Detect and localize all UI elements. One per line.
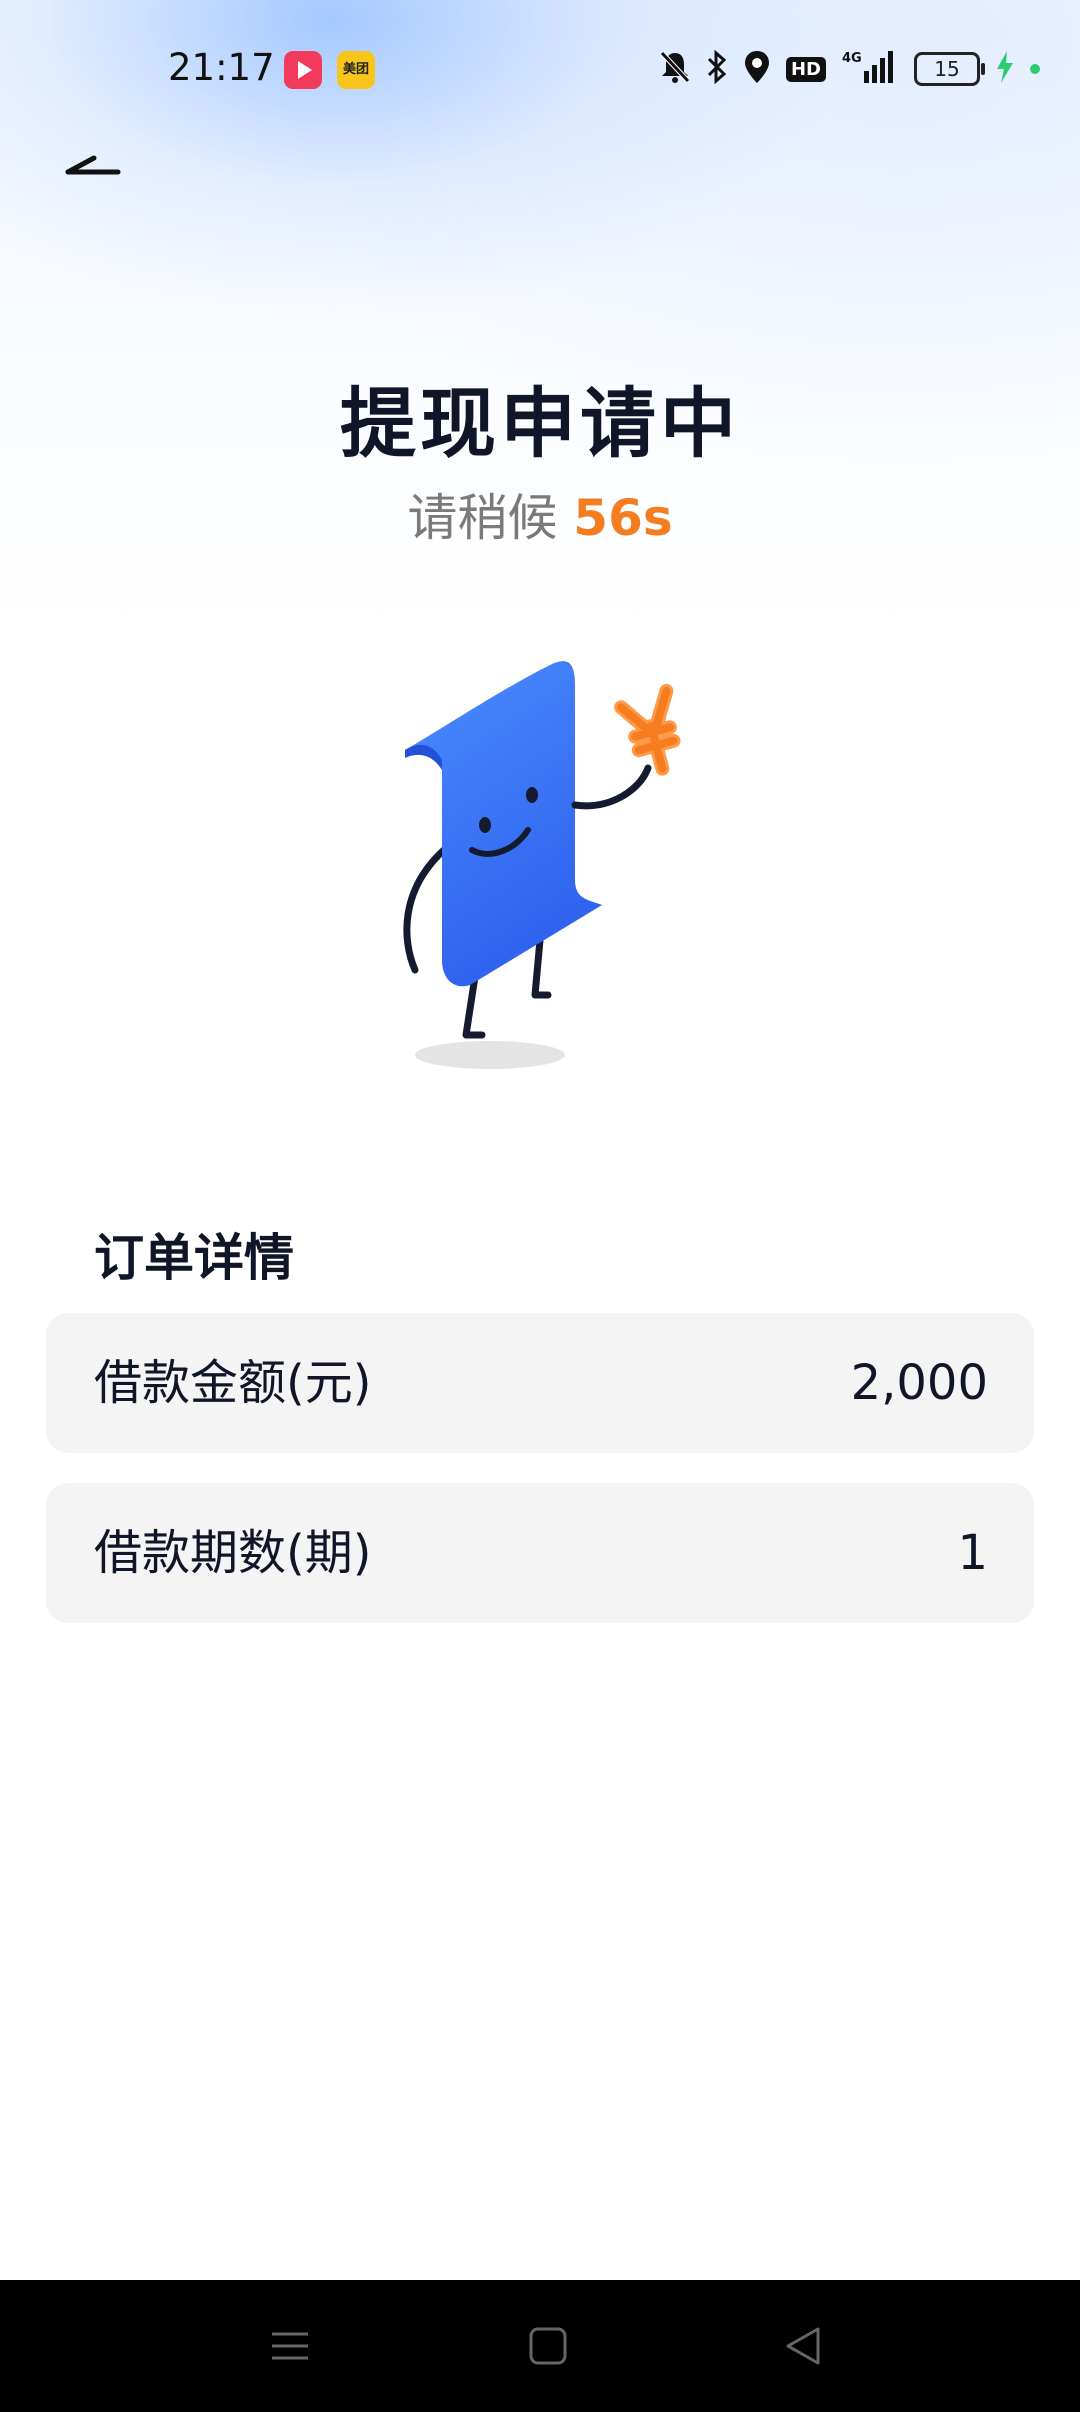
system-back-button[interactable] xyxy=(768,2310,840,2382)
home-button[interactable] xyxy=(512,2310,584,2382)
square-icon xyxy=(529,2327,567,2365)
hd-icon: HD xyxy=(785,56,826,82)
loan-amount-value: 2,000 xyxy=(850,1355,988,1411)
order-details-title: 订单详情 xyxy=(94,1229,294,1287)
menu-icon xyxy=(272,2332,308,2360)
loan-amount-row: 借款金额(元) 2,000 xyxy=(46,1313,1034,1453)
status-time: 21:17 xyxy=(168,46,275,89)
recent-apps-button[interactable] xyxy=(254,2310,326,2382)
signal-icon: 4G xyxy=(840,49,900,89)
meituan-app-icon: 美团 xyxy=(337,51,375,89)
bell-off-icon xyxy=(658,49,692,89)
status-bar: 21:17 美团 HD 4G 15 xyxy=(0,0,1080,140)
system-navigation-bar xyxy=(0,2280,1080,2412)
lightning-icon xyxy=(994,50,1016,88)
battery-indicator: 15 xyxy=(914,52,985,86)
loan-term-label: 借款期数(期) xyxy=(94,1525,372,1581)
receipt-mascot-illustration xyxy=(380,650,710,1090)
wait-text: 请稍候 xyxy=(407,489,558,547)
status-dot xyxy=(1030,64,1040,74)
location-pin-icon xyxy=(742,49,772,89)
svg-text:4G: 4G xyxy=(842,51,862,66)
triangle-back-icon xyxy=(786,2327,820,2365)
video-app-icon xyxy=(284,51,322,89)
loan-amount-label: 借款金额(元) xyxy=(94,1355,372,1411)
back-arrow-icon xyxy=(65,155,121,175)
back-button[interactable] xyxy=(60,140,140,200)
bluetooth-icon xyxy=(706,49,728,89)
loan-term-row: 借款期数(期) 1 xyxy=(46,1483,1034,1623)
status-icons: HD 4G 15 xyxy=(658,48,1040,90)
page-title: 提现申请中 xyxy=(340,379,740,468)
countdown-timer: 56s xyxy=(573,489,673,547)
loan-term-value: 1 xyxy=(957,1525,988,1581)
wait-status: 请稍候 56s xyxy=(0,478,1080,550)
